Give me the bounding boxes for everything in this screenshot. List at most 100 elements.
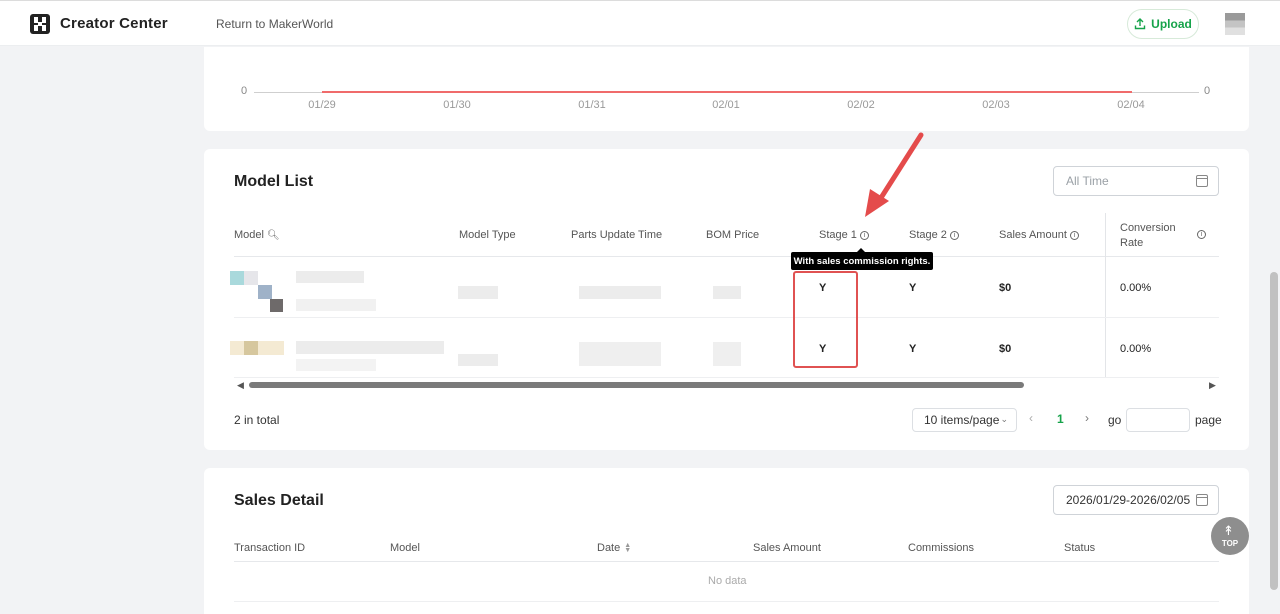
sales-amount-info-icon[interactable]: i	[1069, 230, 1079, 240]
x-tick-label: 02/03	[982, 99, 1010, 111]
go-label: go	[1108, 413, 1122, 427]
back-to-top-button[interactable]: ↟ TOP	[1211, 517, 1249, 555]
date-range-input[interactable]: 2026/01/29-2026/02/05	[1053, 485, 1219, 515]
brand-title[interactable]: Creator Center	[60, 15, 168, 32]
x-tick-label: 02/04	[1117, 99, 1145, 111]
parts-update-time-redacted	[579, 286, 661, 299]
return-to-makerworld-link[interactable]: Return to MakerWorld	[216, 17, 333, 31]
next-page-button[interactable]: ›	[1085, 411, 1089, 425]
col-header-parts-update-time: Parts Update Time	[571, 229, 663, 241]
stage1-info-icon[interactable]: i	[859, 230, 869, 240]
table-header-divider	[234, 256, 1219, 257]
model-name-redacted	[296, 271, 364, 283]
x-tick-label: 01/29	[308, 99, 336, 111]
makerworld-logo-icon[interactable]	[29, 13, 51, 35]
col-header-model[interactable]: Model 🔍︎	[234, 229, 280, 241]
vertical-scroll-thumb[interactable]	[1270, 272, 1278, 590]
search-icon[interactable]: 🔍︎	[267, 230, 280, 241]
page-size-value: 10 items/page	[924, 413, 1000, 427]
model-name-redacted	[296, 299, 376, 311]
col-header-status: Status	[1064, 542, 1096, 554]
model-thumbnail-part	[244, 341, 258, 355]
empty-state-text: No data	[708, 575, 747, 587]
bom-price-redacted	[713, 342, 741, 366]
sales-detail-title: Sales Detail	[234, 492, 324, 509]
parts-update-time-redacted	[579, 342, 661, 366]
trend-chart-card: 0 0 01/29 01/30 01/31 02/01 02/02 02/03 …	[204, 47, 1249, 131]
x-tick-label: 01/30	[443, 99, 471, 111]
model-type-redacted	[458, 286, 498, 299]
page-size-select[interactable]: 10 items/page ⌄	[912, 408, 1017, 432]
sidebar	[0, 47, 185, 614]
horizontal-scroll-thumb[interactable]	[249, 382, 1024, 388]
sales-amount-cell: $0	[999, 343, 1012, 355]
row-divider	[234, 601, 1219, 602]
double-up-arrow-icon: ↟	[1223, 523, 1234, 538]
y-axis-left-label: 0	[241, 85, 248, 97]
chevron-down-icon: ⌄	[1000, 414, 1008, 424]
col-header-bom-price: BOM Price	[706, 229, 760, 241]
col-header-transaction-id: Transaction ID	[234, 542, 306, 554]
stage2-info-icon[interactable]: i	[949, 230, 959, 240]
col-header-sales-amount: Sales Amount i	[999, 229, 1079, 241]
scroll-right-icon[interactable]: ▶	[1209, 380, 1216, 391]
prev-page-button[interactable]: ‹	[1029, 411, 1033, 425]
model-type-redacted	[458, 354, 498, 366]
col-date-label: Date	[597, 542, 621, 554]
model-thumbnail[interactable]	[230, 271, 244, 285]
conversion-rate-info-icon[interactable]: i	[1197, 230, 1206, 239]
row-divider	[234, 317, 1219, 318]
model-list-title: Model List	[234, 173, 314, 190]
conversion-rate-cell: 0.00%	[1120, 282, 1152, 294]
col-header-model-type: Model Type	[459, 229, 516, 241]
calendar-icon	[1196, 494, 1208, 506]
model-name-redacted	[296, 341, 444, 354]
back-to-top-label: TOP	[1221, 539, 1239, 548]
col-header-commissions: Commissions	[908, 542, 975, 554]
model-name-redacted	[296, 359, 376, 371]
scroll-left-icon[interactable]: ◀	[237, 380, 244, 391]
col-header-model: Model	[390, 542, 420, 554]
bom-price-redacted	[713, 286, 741, 299]
stage1-tooltip: With sales commission rights.	[791, 248, 933, 270]
upload-button[interactable]: Upload	[1127, 9, 1199, 39]
model-thumbnail-part	[258, 285, 272, 299]
row-divider	[234, 377, 1219, 378]
go-to-page-input[interactable]	[1126, 408, 1190, 432]
fixed-column-divider	[1105, 213, 1106, 378]
trend-series-line	[322, 91, 1132, 93]
date-range-value: 2026/01/29-2026/02/05	[1066, 493, 1191, 507]
upload-icon	[1134, 18, 1146, 30]
sales-detail-card: Sales Detail 2026/01/29-2026/02/05 Trans…	[204, 468, 1249, 614]
stage2-cell: Y	[909, 343, 917, 355]
model-thumbnail-part	[244, 271, 258, 285]
avatar[interactable]	[1225, 13, 1245, 35]
annotation-arrow-icon	[865, 132, 924, 217]
stage2-cell: Y	[909, 282, 917, 294]
page-label: page	[1195, 413, 1222, 427]
date-filter-input[interactable]: All Time	[1053, 166, 1219, 196]
col-header-conversion-rate: Conversion Rate	[1120, 222, 1176, 249]
page-number-current[interactable]: 1	[1057, 412, 1064, 426]
model-list-card: Model List All Time Model 🔍︎ Model Type …	[204, 132, 1249, 450]
x-tick-label: 01/31	[578, 99, 606, 111]
table-header-divider	[234, 561, 1219, 562]
calendar-icon	[1196, 175, 1208, 187]
col-sales-amount-label: Sales Amount	[999, 229, 1067, 241]
top-header: Creator Center Return to MakerWorld Uplo…	[0, 0, 1280, 46]
col-stage1-label: Stage 1	[819, 229, 857, 241]
sales-amount-cell: $0	[999, 282, 1012, 294]
x-tick-label: 02/02	[847, 99, 875, 111]
total-count: 2 in total	[234, 413, 280, 427]
col-header-date[interactable]: Date ▲ ▼	[597, 542, 631, 554]
x-tick-label: 02/01	[712, 99, 740, 111]
conversion-rate-cell: 0.00%	[1120, 343, 1152, 355]
upload-label: Upload	[1151, 17, 1192, 31]
date-filter-placeholder: All Time	[1066, 174, 1109, 188]
model-thumbnail-part	[270, 299, 283, 312]
sort-icon[interactable]: ▲ ▼	[624, 542, 631, 554]
col-model-label: Model	[234, 229, 264, 241]
stage1-highlight-box	[793, 271, 858, 368]
y-axis-right-label: 0	[1204, 85, 1211, 97]
col-header-sales-amount: Sales Amount	[753, 542, 821, 554]
